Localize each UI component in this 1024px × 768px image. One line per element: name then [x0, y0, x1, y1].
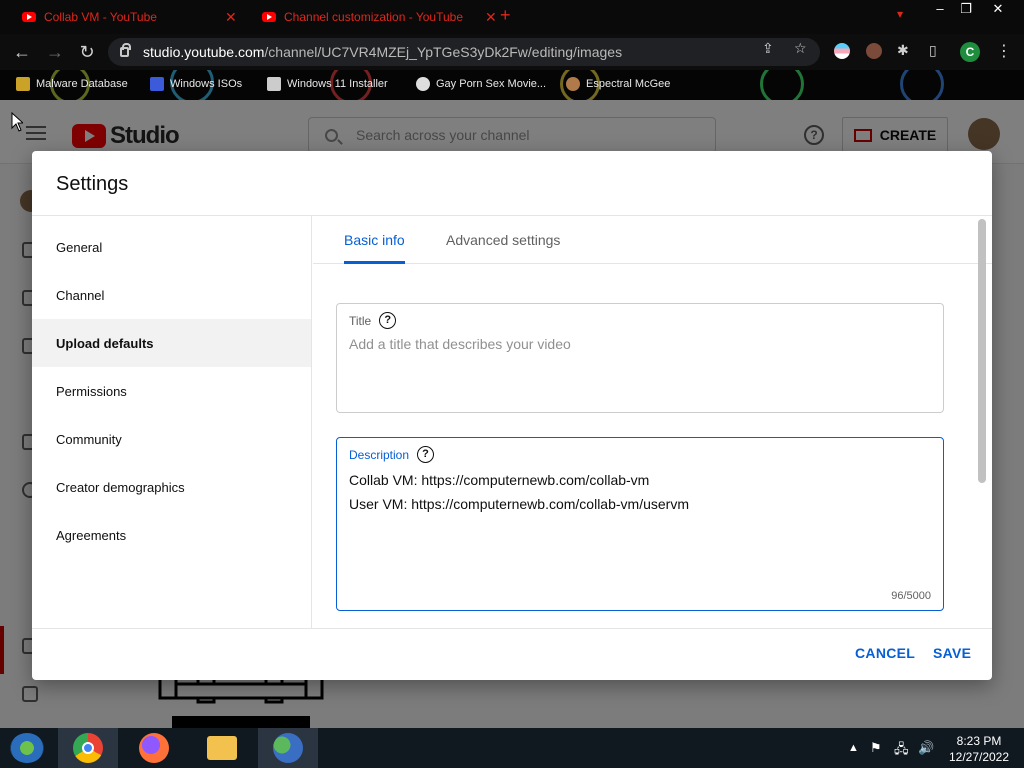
description-line: User VM: https://computernewb.com/collab… — [349, 496, 689, 512]
mouse-cursor-icon — [11, 112, 23, 132]
description-line: Collab VM: https://computernewb.com/coll… — [349, 472, 650, 488]
bookmark-movie-site[interactable]: Gay Porn Sex Movie... — [416, 77, 546, 91]
divider — [32, 628, 992, 629]
bookmark-favicon-icon — [150, 77, 164, 91]
extension-icon[interactable] — [834, 43, 850, 59]
clock-time: 8:23 PM — [956, 734, 1002, 748]
new-tab-button[interactable]: + — [500, 5, 511, 26]
bookmark-favicon-icon — [416, 77, 430, 91]
tab-title: Channel customization - YouTube — [284, 10, 464, 24]
title-label-text: Title — [349, 313, 372, 328]
users-icon — [273, 733, 303, 763]
tab-title: Collab VM - YouTube — [44, 10, 157, 24]
network-icon[interactable]: 🖧 — [894, 740, 909, 762]
taskbar-firefox[interactable] — [124, 728, 184, 768]
description-textarea[interactable]: Collab VM: https://computernewb.com/coll… — [349, 468, 929, 516]
browser-tab-strip: Collab VM - YouTube ✕ Channel customizat… — [0, 0, 1024, 34]
title-field-label: Title ? — [349, 312, 397, 329]
youtube-icon — [22, 12, 36, 22]
close-window-button[interactable]: ✕ — [984, 0, 1012, 18]
windows-taskbar: ▲ ⚑ 🖧 🔊 8:23 PM 12/27/2022 — [0, 728, 1024, 768]
theme-decoration — [900, 70, 944, 100]
cancel-button[interactable]: CANCEL — [855, 645, 915, 661]
content-scrollbar[interactable] — [978, 219, 986, 483]
taskbar-network-app[interactable] — [258, 728, 318, 768]
bookmark-label: Gay Porn Sex Movie... — [436, 78, 547, 90]
tab-search-chevron-icon[interactable]: ▾ — [897, 7, 903, 21]
tab-advanced-settings[interactable]: Advanced settings — [446, 232, 560, 248]
taskbar-chrome[interactable] — [58, 728, 118, 768]
taskbar-clock[interactable]: 8:23 PM 12/27/2022 — [944, 733, 1014, 765]
save-button[interactable]: SAVE — [933, 645, 971, 661]
url-host: studio.youtube.com — [143, 44, 265, 60]
youtube-icon — [262, 12, 276, 22]
bookmark-favicon-icon — [566, 77, 580, 91]
tab-basic-info[interactable]: Basic info — [344, 232, 405, 248]
url-text[interactable]: studio.youtube.com/channel/UC7VR4MZEj_Yp… — [143, 44, 622, 60]
lock-icon[interactable] — [120, 43, 131, 57]
description-field[interactable]: Description ? Collab VM: https://compute… — [336, 437, 944, 611]
nav-item-creator-demographics[interactable]: Creator demographics — [32, 463, 311, 511]
active-tab-indicator — [344, 261, 405, 264]
volume-icon[interactable]: 🔊 — [918, 740, 934, 756]
nav-item-channel[interactable]: Channel — [32, 271, 311, 319]
bookmark-espectral-mcgee[interactable]: Espectral McGee — [566, 77, 670, 91]
settings-dialog: Settings General Channel Upload defaults… — [32, 151, 992, 680]
chrome-icon-center — [82, 742, 94, 754]
description-label-text: Description — [349, 447, 410, 462]
back-icon[interactable]: ← — [11, 42, 33, 63]
upload-defaults-tabs: Basic info Advanced settings — [313, 216, 992, 264]
bookmark-label: Windows 11 Installer — [287, 78, 388, 90]
clock-date: 12/27/2022 — [948, 750, 1010, 764]
title-field[interactable]: Title ? Add a title that describes your … — [336, 303, 944, 413]
action-center-flag-icon[interactable]: ⚑ — [870, 740, 882, 756]
dialog-title: Settings — [56, 173, 129, 195]
bookmark-label: Windows ISOs — [170, 78, 243, 90]
settings-nav: General Channel Upload defaults Permissi… — [32, 216, 312, 628]
upload-defaults-panel: Basic info Advanced settings Title ? Add… — [313, 216, 992, 628]
nav-item-general[interactable]: General — [32, 223, 311, 271]
address-bar[interactable]: studio.youtube.com/channel/UC7VR4MZEj_Yp… — [108, 38, 820, 66]
folder-icon — [207, 736, 237, 760]
character-counter: 96/5000 — [891, 590, 931, 602]
start-button[interactable] — [10, 733, 44, 763]
forward-icon[interactable]: → — [44, 42, 66, 63]
browser-tab-collab-vm[interactable]: Collab VM - YouTube ✕ — [12, 4, 247, 30]
browser-tab-channel-customization[interactable]: Channel customization - YouTube ✕ — [252, 4, 507, 30]
side-panel-icon[interactable]: ▯ — [929, 42, 937, 59]
taskbar-file-explorer[interactable] — [192, 728, 252, 768]
firefox-icon — [139, 733, 169, 763]
bookmark-label: Espectral McGee — [586, 78, 671, 90]
theme-decoration — [760, 70, 804, 100]
reload-icon[interactable]: ↻ — [76, 42, 98, 63]
bookmark-label: Malware Database — [36, 78, 128, 90]
bookmark-favicon-icon — [16, 77, 30, 91]
extensions-puzzle-icon[interactable]: ✱ — [897, 42, 909, 59]
help-icon[interactable]: ? — [417, 446, 435, 463]
extension-icon[interactable] — [866, 43, 882, 59]
bookmarks-bar: Malware Database Windows ISOs Windows 11… — [0, 70, 1024, 100]
nav-item-agreements[interactable]: Agreements — [32, 511, 311, 559]
close-tab-icon[interactable]: ✕ — [485, 9, 497, 26]
share-icon[interactable]: ⇪ — [762, 40, 774, 57]
description-field-label: Description ? — [349, 446, 435, 463]
browser-toolbar: ← → ↻ studio.youtube.com/channel/UC7VR4M… — [0, 34, 1024, 70]
minimize-button[interactable]: – — [926, 0, 954, 18]
title-input-placeholder[interactable]: Add a title that describes your video — [349, 336, 929, 352]
close-tab-icon[interactable]: ✕ — [225, 9, 237, 26]
url-path: /channel/UC7VR4MZEj_YpTGeS3yDk2Fw/editin… — [264, 44, 623, 60]
profile-avatar[interactable]: C — [960, 42, 980, 62]
bookmark-star-icon[interactable]: ☆ — [794, 40, 807, 57]
restore-button[interactable]: ❐ — [952, 0, 980, 18]
more-menu-icon[interactable]: ⋮ — [996, 41, 1012, 61]
bookmark-windows-isos[interactable]: Windows ISOs — [150, 77, 242, 91]
help-icon[interactable]: ? — [379, 312, 397, 329]
show-hidden-icons-chevron-icon[interactable]: ▲ — [848, 742, 859, 754]
bookmark-malware-database[interactable]: Malware Database — [16, 77, 128, 91]
nav-item-community[interactable]: Community — [32, 415, 311, 463]
bookmark-windows-11-installer[interactable]: Windows 11 Installer — [267, 77, 388, 91]
nav-item-permissions[interactable]: Permissions — [32, 367, 311, 415]
bookmark-favicon-icon — [267, 77, 281, 91]
nav-item-upload-defaults[interactable]: Upload defaults — [32, 319, 311, 367]
